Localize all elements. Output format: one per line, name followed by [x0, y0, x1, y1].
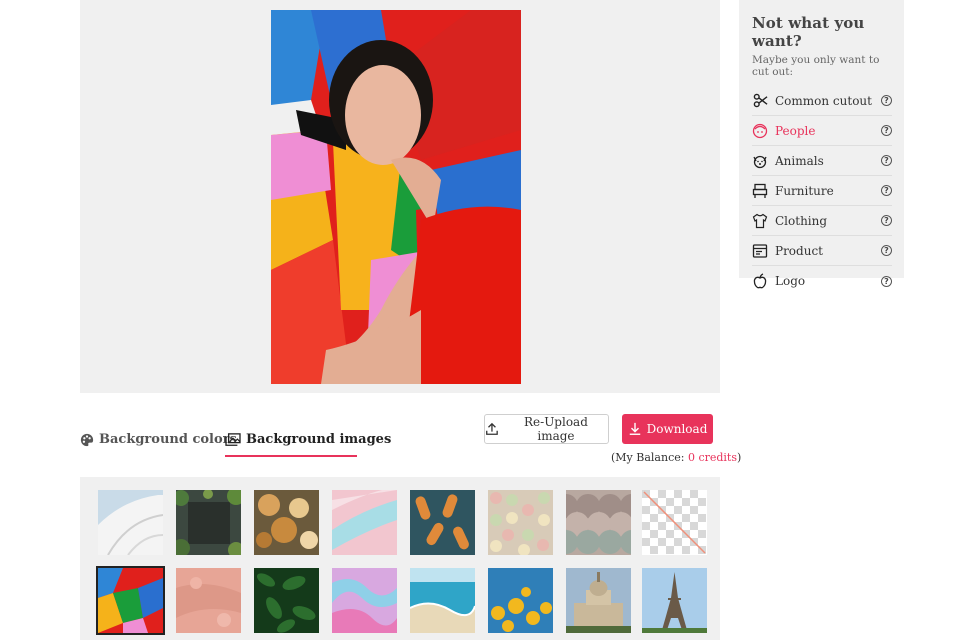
- help-icon[interactable]: ?: [881, 125, 892, 136]
- app-root: Not what you want? Maybe you only want t…: [0, 0, 960, 640]
- cutout-item-logo[interactable]: Logo ?: [752, 266, 892, 296]
- thumb-hotdogs-pattern[interactable]: [410, 490, 475, 555]
- background-image-gallery: [80, 477, 720, 640]
- thumb-eiffel-tower[interactable]: [642, 568, 707, 633]
- cutout-item-label: Logo: [775, 274, 806, 288]
- tab-label: Background colors: [99, 432, 237, 447]
- thumb-marble-swirl[interactable]: [332, 568, 397, 633]
- download-label: Download: [646, 422, 708, 436]
- thumb-pink-texture[interactable]: [176, 568, 241, 633]
- balance-prefix: (My Balance:: [611, 451, 685, 464]
- reupload-label: Re-Upload image: [524, 415, 588, 443]
- cutout-item-label: People: [775, 123, 816, 138]
- thumb-color-blocks[interactable]: [96, 566, 165, 635]
- help-icon[interactable]: ?: [881, 95, 892, 106]
- apple-icon: [752, 273, 768, 289]
- palette-icon: [80, 433, 94, 447]
- active-tab-indicator: [225, 455, 357, 457]
- tab-background-images[interactable]: Background images: [225, 432, 391, 447]
- thumb-green-leaves[interactable]: [254, 568, 319, 633]
- tab-background-colors[interactable]: Background colors: [80, 432, 237, 447]
- cutout-item-furniture[interactable]: Furniture ?: [752, 176, 892, 206]
- upload-icon: [486, 422, 498, 435]
- panel-subtitle: Maybe you only want to cut out:: [752, 54, 880, 78]
- thumb-ocean-beach[interactable]: [410, 568, 475, 633]
- images-icon: [225, 432, 241, 447]
- help-icon[interactable]: ?: [881, 215, 892, 226]
- cutout-item-label: Animals: [775, 153, 824, 168]
- cutout-item-clothing[interactable]: Clothing ?: [752, 206, 892, 236]
- download-button[interactable]: Download: [622, 414, 713, 444]
- shirt-icon: [752, 213, 768, 229]
- thumb-scale-tiles[interactable]: [566, 490, 631, 555]
- cutout-type-panel: Not what you want? Maybe you only want t…: [739, 0, 904, 289]
- help-icon[interactable]: ?: [881, 275, 892, 287]
- cutout-item-label: Common cutout: [775, 93, 872, 108]
- thumb-transparent[interactable]: [642, 490, 707, 555]
- balance-suffix: ): [737, 451, 742, 464]
- credit-balance: (My Balance: 0 credits): [611, 451, 741, 464]
- thumb-food-flatlay[interactable]: [254, 490, 319, 555]
- cutout-item-common[interactable]: Common cutout ?: [752, 86, 892, 116]
- cutout-item-label: Furniture: [775, 183, 834, 198]
- thumb-architecture-white[interactable]: [98, 490, 163, 555]
- dog-icon: [752, 153, 768, 169]
- download-icon: [629, 422, 640, 435]
- thumb-candy-eggs[interactable]: [488, 490, 553, 555]
- cutout-item-animals[interactable]: Animals ?: [752, 146, 892, 176]
- thumb-pastel-paint[interactable]: [332, 490, 397, 555]
- cutout-item-people[interactable]: People ?: [752, 116, 892, 146]
- balance-credits[interactable]: 0 credits: [688, 451, 737, 464]
- thumb-palace-building[interactable]: [566, 568, 631, 633]
- cutout-item-label: Product: [775, 243, 823, 258]
- cutout-type-list: Common cutout ? People ? Animals ? Furni…: [752, 86, 892, 296]
- tab-label: Background images: [246, 432, 392, 447]
- thumb-dark-foliage[interactable]: [176, 490, 241, 555]
- help-icon[interactable]: ?: [881, 185, 892, 196]
- cutout-item-product[interactable]: Product ?: [752, 236, 892, 266]
- furniture-icon: [752, 183, 768, 199]
- face-icon: [752, 123, 768, 139]
- preview-photo: [271, 10, 521, 384]
- product-icon: [752, 243, 768, 259]
- help-icon[interactable]: ?: [881, 245, 892, 256]
- thumb-yellow-flowers[interactable]: [488, 568, 553, 633]
- reupload-image-button[interactable]: Re-Upload image: [484, 414, 609, 444]
- image-preview-area: [80, 0, 720, 393]
- panel-title: Not what you want?: [752, 14, 865, 50]
- scissors-icon: [752, 93, 768, 109]
- help-icon[interactable]: ?: [881, 155, 892, 166]
- cutout-item-label: Clothing: [775, 213, 828, 228]
